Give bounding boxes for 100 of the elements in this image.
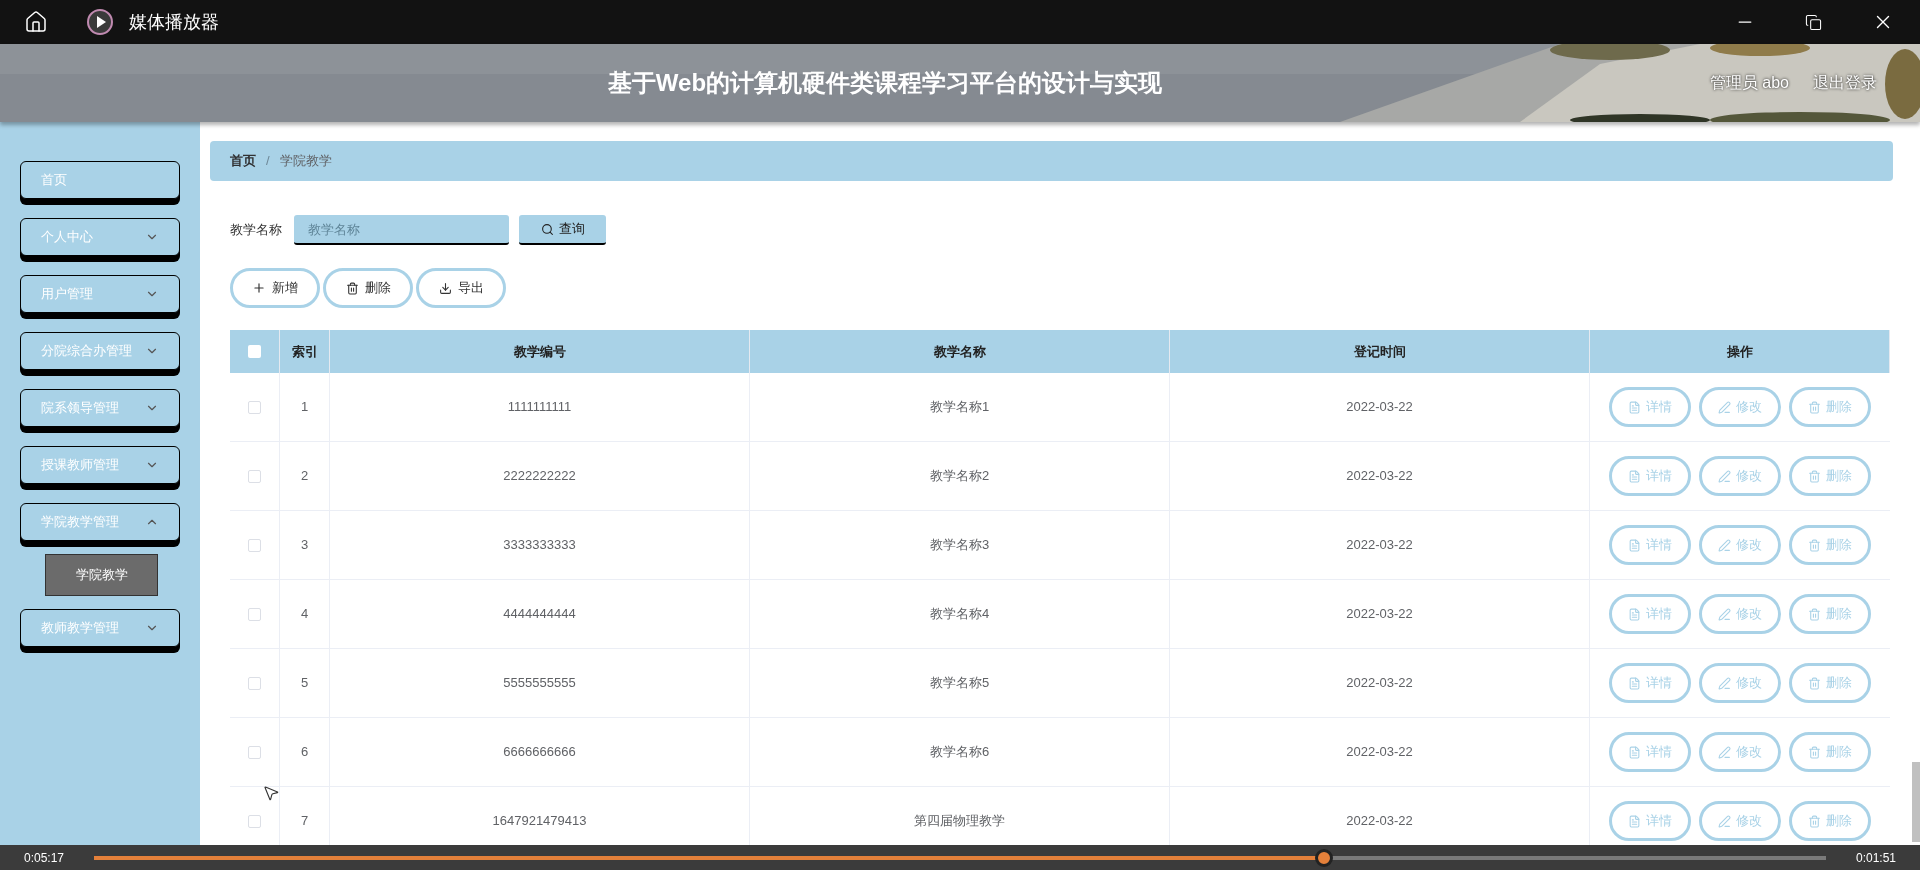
row-action-button[interactable]: 删除: [1789, 663, 1871, 703]
row-checkbox[interactable]: [248, 676, 261, 690]
row-action-button[interactable]: 详情: [1609, 387, 1691, 427]
table-cell-text: 2022-03-22: [1346, 467, 1413, 486]
trash-icon: [1808, 538, 1821, 552]
table-cell-text: 2022-03-22: [1346, 536, 1413, 555]
row-action-button[interactable]: 修改: [1699, 594, 1781, 634]
row-action-button[interactable]: 修改: [1699, 387, 1781, 427]
seek-track[interactable]: [94, 855, 1826, 860]
column-header: 教学名称: [933, 342, 986, 361]
document-icon: [1628, 676, 1641, 690]
submenu-item[interactable]: 学院教学: [45, 554, 158, 596]
table-cell-text: 7: [300, 812, 309, 831]
row-action-button[interactable]: 详情: [1609, 594, 1691, 634]
row-action-button[interactable]: 详情: [1609, 525, 1691, 565]
download-icon: [438, 281, 452, 295]
row-action-button[interactable]: 删除: [1789, 732, 1871, 772]
table-cell-text: 2022-03-22: [1346, 674, 1413, 693]
row-action-button[interactable]: 详情: [1609, 456, 1691, 496]
column-header: 登记时间: [1353, 342, 1406, 361]
breadcrumb-item[interactable]: 首页: [230, 151, 256, 171]
pencil-icon: [1718, 607, 1731, 621]
document-icon: [1628, 814, 1641, 828]
row-checkbox[interactable]: [248, 745, 261, 759]
select-all-checkbox[interactable]: [248, 345, 261, 358]
restore-icon[interactable]: [1805, 13, 1822, 31]
pencil-icon: [1718, 814, 1731, 828]
row-checkbox[interactable]: [248, 607, 261, 621]
table-cell-text: 2022-03-22: [1346, 812, 1413, 831]
table-cell-text: 2022-03-22: [1346, 398, 1413, 417]
table-cell-text: 2022-03-22: [1346, 605, 1413, 624]
row-checkbox[interactable]: [248, 814, 261, 828]
table-cell-text: 教学名称2: [929, 467, 990, 486]
row-action-button[interactable]: 修改: [1699, 732, 1781, 772]
table-cell-text: 1: [300, 398, 309, 417]
row-action-button[interactable]: 修改: [1699, 456, 1781, 496]
mouse-cursor-icon: [262, 784, 280, 802]
table-cell-text: 3333333333: [503, 536, 576, 555]
breadcrumb-separator: /: [266, 152, 270, 171]
row-action-button[interactable]: 修改: [1699, 663, 1781, 703]
pencil-icon: [1718, 745, 1731, 759]
site-title: 基于Web的计算机硬件类课程学习平台的设计与实现: [606, 68, 1164, 98]
row-action-button[interactable]: 删除: [1789, 801, 1871, 841]
table-cell-text: 4444444444: [503, 605, 576, 624]
table-cell-text: 2022-03-22: [1346, 743, 1413, 762]
column-header: 操作: [1726, 342, 1753, 361]
pencil-icon: [1718, 676, 1731, 690]
user-label: 管理员 abo: [1709, 73, 1789, 93]
pencil-icon: [1718, 400, 1731, 414]
breadcrumb-item: 学院教学: [279, 152, 332, 171]
trash-icon: [1808, 814, 1821, 828]
trash-icon: [1808, 607, 1821, 621]
logout-link[interactable]: 退出登录: [1813, 71, 1877, 95]
table-cell-text: 3: [300, 536, 309, 555]
table-cell-text: 5: [300, 674, 309, 693]
pencil-icon: [1718, 538, 1731, 552]
row-action-button[interactable]: 删除: [1789, 594, 1871, 634]
window-title: 媒体播放器: [129, 10, 219, 34]
row-action-button[interactable]: 修改: [1699, 801, 1781, 841]
toolbar-button[interactable]: 导出: [416, 268, 506, 308]
table-cell-text: 2: [300, 467, 309, 486]
trash-icon: [1808, 400, 1821, 414]
row-checkbox[interactable]: [248, 538, 261, 552]
toolbar-button[interactable]: 新增: [230, 268, 320, 308]
toolbar-button[interactable]: 删除: [323, 268, 413, 308]
row-checkbox[interactable]: [248, 469, 261, 483]
table-cell-text: 1647921479413: [492, 812, 587, 831]
trash-icon: [1808, 676, 1821, 690]
seek-thumb[interactable]: [1314, 848, 1333, 867]
table-cell-text: 2222222222: [503, 467, 576, 486]
table-cell-text: 1111111111: [507, 398, 572, 417]
plus-icon: [252, 281, 266, 295]
row-action-button[interactable]: 删除: [1789, 525, 1871, 565]
trash-icon: [1808, 745, 1821, 759]
search-button[interactable]: 查询: [519, 215, 606, 245]
pencil-icon: [1718, 469, 1731, 483]
row-action-button[interactable]: 删除: [1789, 387, 1871, 427]
document-icon: [1628, 745, 1641, 759]
table-cell-text: 教学名称6: [929, 743, 990, 762]
table-cell-text: 教学名称1: [929, 398, 990, 417]
search-field[interactable]: 教学名称: [294, 215, 509, 245]
row-action-button[interactable]: 修改: [1699, 525, 1781, 565]
home-icon[interactable]: [24, 10, 48, 34]
document-icon: [1628, 607, 1641, 621]
table-cell-text: 6666666666: [503, 743, 576, 762]
row-action-button[interactable]: 删除: [1789, 456, 1871, 496]
trash-icon: [1808, 469, 1821, 483]
scrollbar[interactable]: [1912, 762, 1920, 842]
column-header: 索引: [291, 342, 318, 361]
total-time: 0:01:51: [1855, 849, 1896, 867]
row-checkbox[interactable]: [248, 400, 261, 414]
row-action-button[interactable]: 详情: [1609, 732, 1691, 772]
search-icon: [540, 222, 554, 236]
table-cell-text: 第四届物理教学: [914, 812, 1005, 831]
document-icon: [1628, 469, 1641, 483]
search-label: 教学名称: [230, 221, 282, 240]
app-logo-icon: [87, 9, 113, 35]
row-action-button[interactable]: 详情: [1609, 801, 1691, 841]
row-action-button[interactable]: 详情: [1609, 663, 1691, 703]
document-icon: [1628, 400, 1641, 414]
